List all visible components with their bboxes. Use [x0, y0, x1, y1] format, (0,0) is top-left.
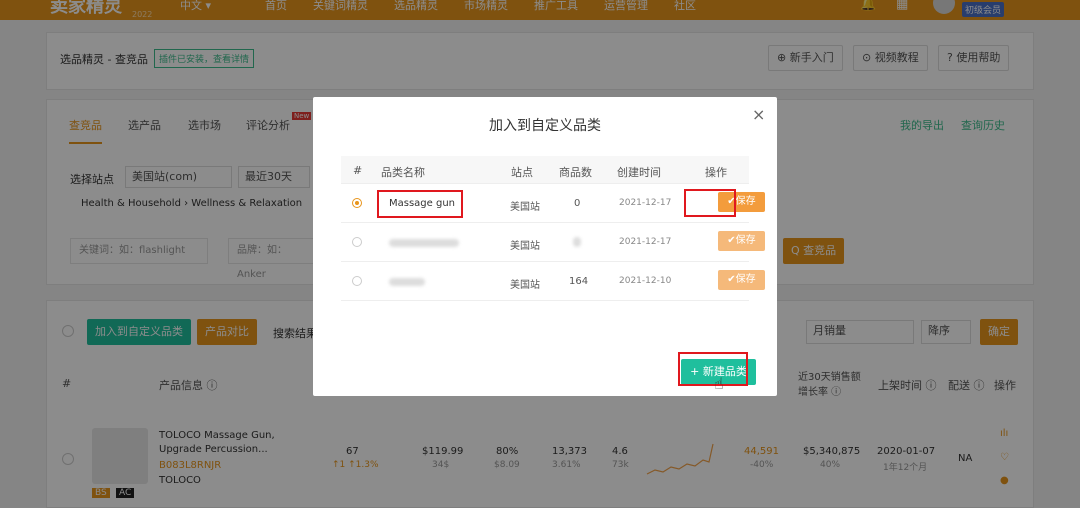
category-date: 2021-12-10 [619, 276, 672, 286]
close-icon[interactable]: × [752, 105, 765, 124]
category-name-redacted [389, 239, 459, 247]
category-radio[interactable] [352, 276, 362, 286]
mcol-action: 操作 [705, 166, 727, 179]
category-site: 美国站 [510, 241, 540, 252]
mcol-site: 站点 [511, 166, 533, 179]
hand-cursor-icon: ☝ [714, 374, 724, 393]
category-table-header: # 品类名称 站点 商品数 创建时间 操作 [341, 156, 749, 184]
category-radio[interactable] [352, 198, 362, 208]
modal-title: 加入到自定义品类 [489, 118, 601, 134]
mcol-created: 创建时间 [617, 166, 661, 179]
category-row[interactable]: 美国站 164 2021-12-10 ✔保存 [341, 262, 765, 301]
mcol-count: 商品数 [559, 166, 592, 179]
category-site: 美国站 [510, 280, 540, 291]
category-count: 164 [569, 276, 589, 287]
category-count-redacted [573, 237, 581, 247]
category-date: 2021-12-17 [619, 198, 672, 208]
category-site: 美国站 [510, 202, 540, 213]
mcol-name: 品类名称 [381, 166, 425, 179]
mcol-index: # [353, 164, 363, 177]
category-table: # 品类名称 站点 商品数 创建时间 操作 Massage gun 美国站 0 … [341, 156, 765, 301]
highlight-save-button [684, 189, 736, 217]
save-button[interactable]: ✔保存 [718, 231, 765, 251]
category-row[interactable]: 美国站 2021-12-17 ✔保存 [341, 223, 765, 262]
category-date: 2021-12-17 [619, 237, 672, 247]
category-name-redacted [389, 278, 425, 286]
category-count: 0 [574, 198, 581, 209]
save-button[interactable]: ✔保存 [718, 270, 765, 290]
highlight-category-name [377, 190, 463, 218]
highlight-new-button [678, 352, 748, 386]
category-radio[interactable] [352, 237, 362, 247]
